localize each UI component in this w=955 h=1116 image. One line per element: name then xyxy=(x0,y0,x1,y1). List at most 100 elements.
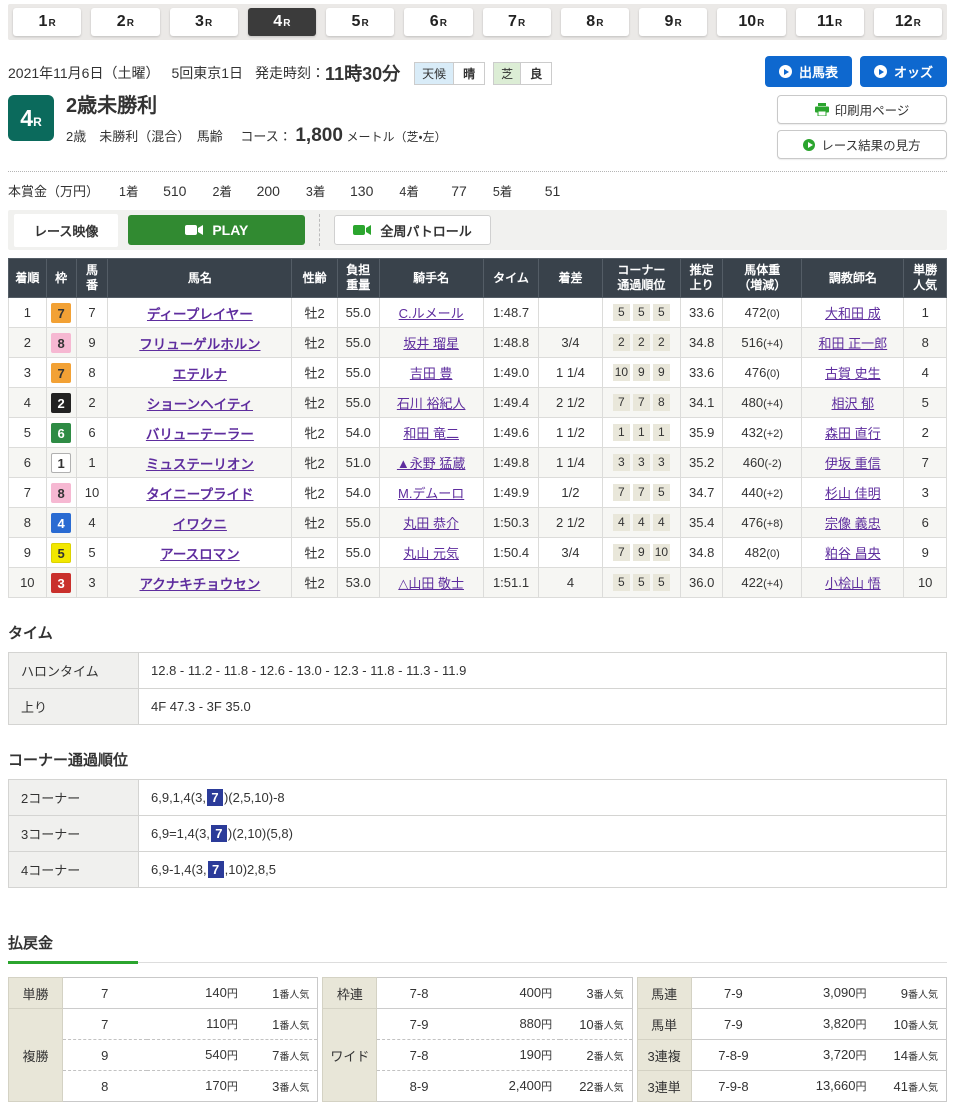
corner-position: 4 xyxy=(653,514,670,531)
horse-link[interactable]: エテルナ xyxy=(173,367,227,382)
results-row: 844イワクニ牡255.0丸田 恭介1:50.32 1/244435.4476(… xyxy=(9,508,947,538)
jockey-link[interactable]: 坂井 瑠星 xyxy=(403,336,459,351)
horse-link[interactable]: アースロマン xyxy=(160,547,240,562)
race-tab-9R[interactable]: 9R xyxy=(639,8,707,36)
popularity-suffix: 番人気 xyxy=(908,1052,938,1063)
jockey-link[interactable]: 丸山 元気 xyxy=(403,546,459,561)
trainer-link[interactable]: 杉山 佳明 xyxy=(825,486,881,501)
payout-popularity: 1番人気 xyxy=(246,1009,318,1040)
jockey-link[interactable]: 吉田 豊 xyxy=(410,366,453,381)
trainer-cell: 古賀 史生 xyxy=(802,358,904,388)
tab-suffix: R xyxy=(674,18,681,29)
jockey-link[interactable]: C.ルメール xyxy=(399,306,464,321)
horse-weight-cell: 472(0) xyxy=(723,298,802,328)
frame-cell: 3 xyxy=(46,568,76,598)
race-tab-4R[interactable]: 4R xyxy=(248,8,316,36)
payout-popularity: 10番人気 xyxy=(874,1009,946,1040)
corner-order-cell: 555 xyxy=(602,568,681,598)
results-body: 177ディープレイヤー牡255.0C.ルメール1:48.755533.6472(… xyxy=(9,298,947,598)
prize-place: 2着 xyxy=(212,181,231,200)
odds-button[interactable]: オッズ xyxy=(860,56,947,87)
race-tab-6R[interactable]: 6R xyxy=(404,8,472,36)
trainer-link[interactable]: 森田 直行 xyxy=(825,426,881,441)
corner-order-cell: 555 xyxy=(602,298,681,328)
frame-number-badge: 2 xyxy=(51,393,71,413)
horse-link[interactable]: アクナキチョウセン xyxy=(139,577,260,592)
corner-position: 5 xyxy=(653,304,670,321)
trainer-link[interactable]: 宗像 義忠 xyxy=(825,516,881,531)
horse-link[interactable]: ディープレイヤー xyxy=(147,307,253,322)
jockey-link[interactable]: 石川 裕紀人 xyxy=(397,396,466,411)
trainer-link[interactable]: 相沢 郁 xyxy=(832,396,875,411)
carried-weight: 55.0 xyxy=(337,538,379,568)
race-tab-12R[interactable]: 12R xyxy=(874,8,942,36)
yen-suffix: 円 xyxy=(227,988,238,1000)
trainer-link[interactable]: 和田 正一郎 xyxy=(819,336,888,351)
jockey-link[interactable]: 和田 竜二 xyxy=(403,426,459,441)
horse-weight-change: (+4) xyxy=(763,398,783,410)
corner-position: 5 xyxy=(633,304,650,321)
race-tab-10R[interactable]: 10R xyxy=(717,8,785,36)
jockey-link[interactable]: 丸田 恭介 xyxy=(403,516,459,531)
trainer-link[interactable]: 伊坂 重信 xyxy=(825,456,881,471)
corner-row-label: 2コーナー xyxy=(9,780,139,816)
frame-cell: 4 xyxy=(46,508,76,538)
corner-position: 7 xyxy=(633,394,650,411)
corner-order-cell: 7910 xyxy=(602,538,681,568)
results-row: 378エテルナ牡255.0吉田 豊1:49.01 1/4109933.6476(… xyxy=(9,358,947,388)
patrol-video-button[interactable]: 全周パトロール xyxy=(334,215,490,245)
results-guide-button[interactable]: レース結果の見方 xyxy=(777,130,947,159)
entries-button[interactable]: 出馬表 xyxy=(765,56,852,87)
race-tab-3R[interactable]: 3R xyxy=(170,8,238,36)
horse-link[interactable]: イワクニ xyxy=(173,517,227,532)
frame-cell: 8 xyxy=(46,478,76,508)
corner-order-cell: 222 xyxy=(602,328,681,358)
jockey-link[interactable]: M.デムーロ xyxy=(398,486,464,501)
corner-position: 7 xyxy=(633,484,650,501)
corner-position: 10 xyxy=(613,364,630,381)
trainer-link[interactable]: 小桧山 悟 xyxy=(825,576,881,591)
trainer-cell: 杉山 佳明 xyxy=(802,478,904,508)
margin: 4 xyxy=(539,568,602,598)
horse-link[interactable]: バリューテーラー xyxy=(146,427,254,442)
yen-suffix: 円 xyxy=(541,1050,552,1062)
horse-number: 9 xyxy=(76,328,108,358)
sex-age: 牡2 xyxy=(292,568,337,598)
corner-position: 2 xyxy=(613,334,630,351)
frame-cell: 1 xyxy=(46,448,76,478)
trainer-link[interactable]: 古賀 史生 xyxy=(825,366,881,381)
race-tab-5R[interactable]: 5R xyxy=(326,8,394,36)
payout-combination: 7-9 xyxy=(691,1009,775,1040)
horse-link[interactable]: ショーンヘイティ xyxy=(147,397,253,412)
tab-number: 4 xyxy=(273,13,282,31)
race-tab-1R[interactable]: 1R xyxy=(13,8,81,36)
tab-suffix: R xyxy=(48,18,55,29)
race-tab-7R[interactable]: 7R xyxy=(483,8,551,36)
results-column-header: 調教師名 xyxy=(802,259,904,298)
results-row: 566バリューテーラー牝254.0和田 竜二1:49.61 1/211135.9… xyxy=(9,418,947,448)
trainer-link[interactable]: 大和田 成 xyxy=(825,306,881,321)
margin: 1 1/4 xyxy=(539,358,602,388)
jockey-link[interactable]: ▲永野 猛蔵 xyxy=(397,456,465,471)
jockey-link[interactable]: △山田 敬士 xyxy=(398,576,464,591)
payout-table: 単勝7140円1番人気複勝7110円1番人気9540円7番人気8170円3番人気 xyxy=(8,977,318,1102)
corner-position: 8 xyxy=(653,394,670,411)
horse-name-cell: タイニープライド xyxy=(108,478,292,508)
horse-link[interactable]: フリューゲルホルン xyxy=(139,337,260,352)
horse-weight-cell: 480(+4) xyxy=(723,388,802,418)
sex-age: 牡2 xyxy=(292,388,337,418)
payout-popularity: 22番人気 xyxy=(560,1071,632,1102)
trainer-cell: 小桧山 悟 xyxy=(802,568,904,598)
jockey-cell: 丸山 元気 xyxy=(379,538,483,568)
horse-link[interactable]: ミュステーリオン xyxy=(146,457,254,472)
race-tab-11R[interactable]: 11R xyxy=(796,8,864,36)
trainer-link[interactable]: 粕谷 昌央 xyxy=(825,546,881,561)
race-tab-2R[interactable]: 2R xyxy=(91,8,159,36)
race-tab-8R[interactable]: 8R xyxy=(561,8,629,36)
prize-item: 5着51 xyxy=(493,181,560,200)
print-page-button[interactable]: 印刷用ページ xyxy=(777,95,947,124)
horse-link[interactable]: タイニープライド xyxy=(146,487,253,502)
horse-weight-change: (0) xyxy=(766,308,779,320)
play-video-button[interactable]: PLAY xyxy=(128,215,305,245)
highlighted-horse-number: 7 xyxy=(208,861,224,878)
